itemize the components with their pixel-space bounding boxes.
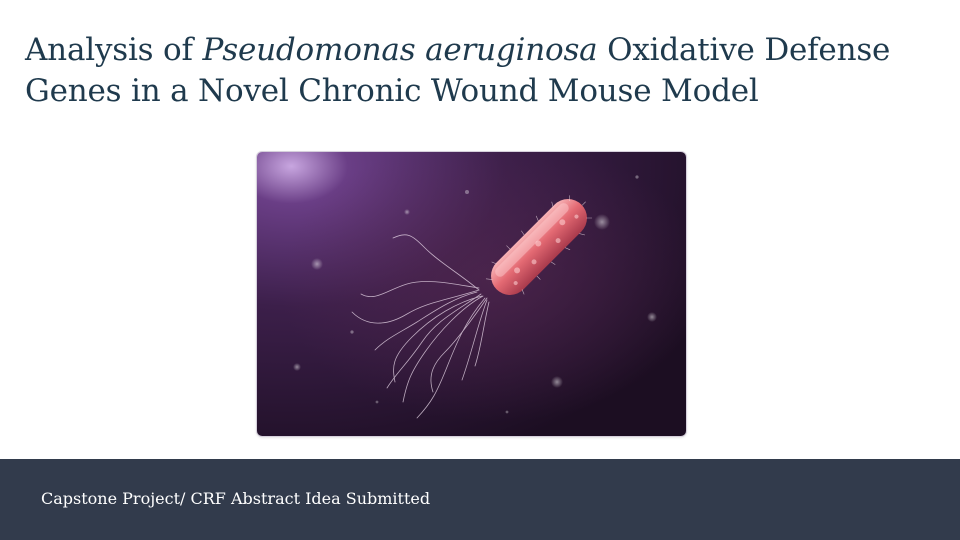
slide: Analysis of Pseudomonas aeruginosa Oxida… <box>0 0 960 540</box>
footer-bar: Capstone Project/ CRF Abstract Idea Subm… <box>0 459 960 540</box>
bacterium-illustration-icon <box>257 152 686 436</box>
title-species-name: Pseudomonas aeruginosa <box>202 32 598 68</box>
slide-title: Analysis of Pseudomonas aeruginosa Oxida… <box>25 30 925 112</box>
footer-subtitle: Capstone Project/ CRF Abstract Idea Subm… <box>41 489 431 508</box>
title-part-1: Analysis of <box>25 32 203 68</box>
bacterium-illustration-image <box>257 152 686 436</box>
